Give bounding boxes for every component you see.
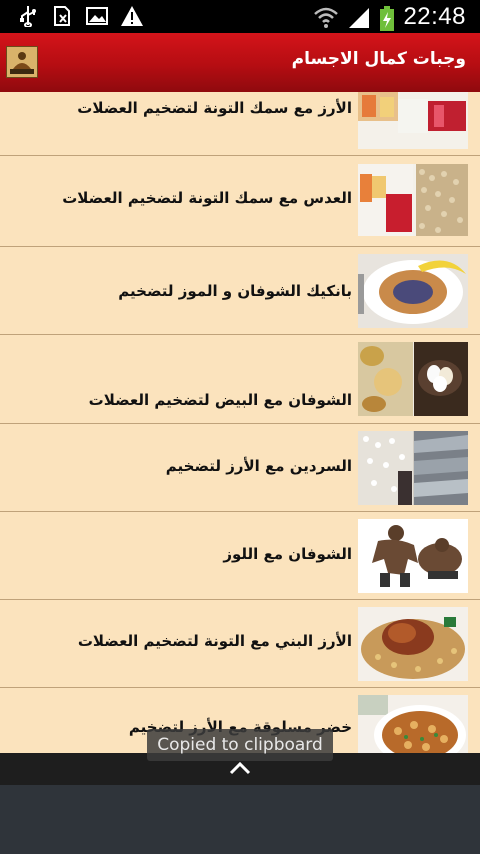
list-item[interactable]: العدس مع سمك التونة لتضخيم العضلات	[0, 156, 480, 247]
signal-icon	[347, 6, 371, 28]
list-item-label: الشوفان مع اللوز	[223, 545, 352, 563]
list-item[interactable]: السردين مع الأرز لتضخيم	[0, 424, 480, 512]
meal-thumbnail	[358, 695, 468, 753]
battery-charging-icon	[379, 6, 395, 31]
list-item-label: السردين مع الأرز لتضخيم	[165, 457, 352, 475]
list-item-label: الشوفان مع البيض لتضخيم العضلات	[88, 391, 352, 409]
meal-list[interactable]: الأرز مع سمك التونة لتضخيم العضلات العدس…	[0, 92, 480, 753]
meal-thumbnail	[358, 92, 468, 149]
clock: 22:48	[403, 3, 466, 30]
status-bar: 22:48	[0, 0, 480, 33]
list-item[interactable]: الأرز مع سمك التونة لتضخيم العضلات	[0, 92, 480, 156]
meal-thumbnail	[358, 519, 468, 593]
wifi-icon	[313, 6, 339, 28]
list-item-label: العدس مع سمك التونة لتضخيم العضلات	[62, 189, 352, 207]
meal-thumbnail	[358, 607, 468, 681]
app-bar: وجبات كمال الاجسام	[0, 33, 480, 92]
usb-icon	[18, 5, 38, 28]
warning-icon	[120, 5, 143, 27]
meal-thumbnail	[358, 164, 468, 236]
meal-thumbnail	[358, 342, 468, 416]
list-item[interactable]: بانكيك الشوفان و الموز لتضخيم	[0, 247, 480, 335]
app-title: وجبات كمال الاجسام	[291, 49, 466, 69]
list-item-label: الأرز مع سمك التونة لتضخيم العضلات	[77, 99, 352, 117]
list-item[interactable]: الشوفان مع البيض لتضخيم العضلات	[0, 335, 480, 424]
sim-icon	[52, 5, 72, 27]
chevron-up-icon[interactable]	[229, 760, 251, 775]
image-icon	[86, 5, 108, 27]
list-item[interactable]: الأرز البني مع التونة لتضخيم العضلات	[0, 600, 480, 688]
navigation-area	[0, 785, 480, 854]
meal-thumbnail	[358, 254, 468, 328]
list-item-label: بانكيك الشوفان و الموز لتضخيم	[118, 282, 352, 300]
meal-thumbnail	[358, 431, 468, 505]
app-logo-icon[interactable]	[6, 46, 38, 78]
toast-message: Copied to clipboard	[147, 729, 333, 761]
list-item[interactable]: الشوفان مع اللوز	[0, 512, 480, 600]
list-item-label: الأرز البني مع التونة لتضخيم العضلات	[77, 632, 352, 650]
